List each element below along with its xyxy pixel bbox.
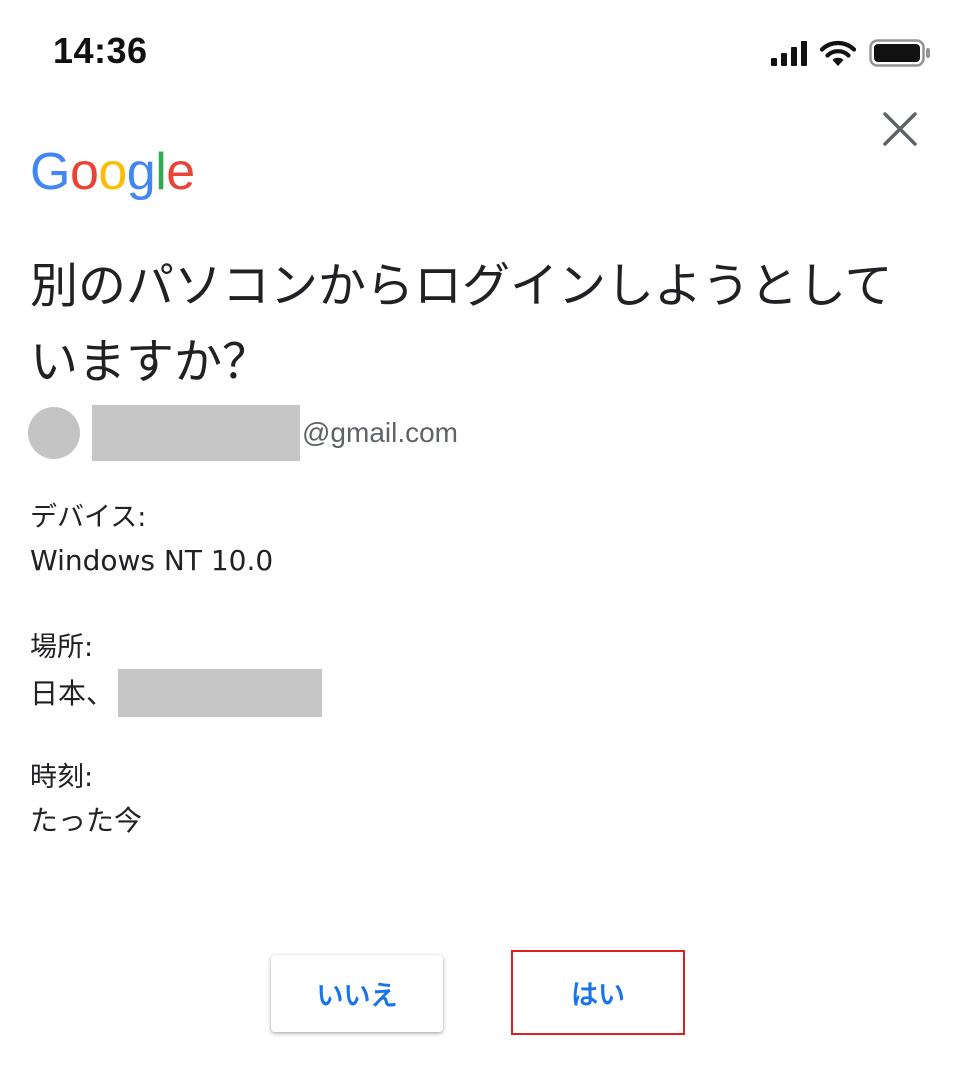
no-button[interactable]: いいえ (271, 955, 443, 1032)
time-section: 時刻: たった今 (30, 756, 142, 842)
account-row: @gmail.com (28, 405, 458, 461)
location-section: 場所: 日本、 (30, 626, 323, 717)
yes-button-label: はい (571, 980, 625, 1011)
logo-letter: l (155, 143, 167, 201)
cellular-signal-icon (771, 40, 807, 66)
logo-letter: e (166, 143, 195, 201)
logo-letter: o (98, 143, 127, 201)
google-logo: Google (30, 146, 195, 198)
time-value: たった今 (30, 804, 143, 837)
status-time: 14:36 (53, 30, 148, 71)
device-label: デバイス: (30, 502, 147, 533)
logo-letter: G (30, 143, 70, 201)
close-icon[interactable] (883, 112, 917, 146)
location-label: 場所: (30, 632, 94, 663)
logo-letter: g (126, 143, 156, 201)
logo-letter: o (69, 143, 99, 201)
device-value: Windows NT 10.0 (30, 544, 274, 577)
device-section: デバイス: Windows NT 10.0 (30, 496, 273, 582)
location-value: 日本、 (30, 676, 115, 710)
email-redaction (92, 405, 300, 461)
wifi-icon (819, 39, 857, 67)
battery-icon (869, 39, 931, 67)
location-redaction (118, 669, 323, 717)
email-domain: @gmail.com (302, 417, 459, 448)
time-label: 時刻: (30, 762, 94, 793)
status-icons (771, 36, 931, 70)
avatar (28, 407, 80, 459)
no-button-label: いいえ (316, 981, 398, 1012)
page-title: 別のパソコンからログインしようとしていますか？ (30, 258, 893, 390)
login-confirmation-screen: 14:36 Google 別のパソコンからログインしようとしていますか？ @gm… (0, 0, 963, 1080)
yes-button[interactable]: はい (511, 950, 685, 1035)
location-value-row: 日本、 (30, 669, 323, 717)
